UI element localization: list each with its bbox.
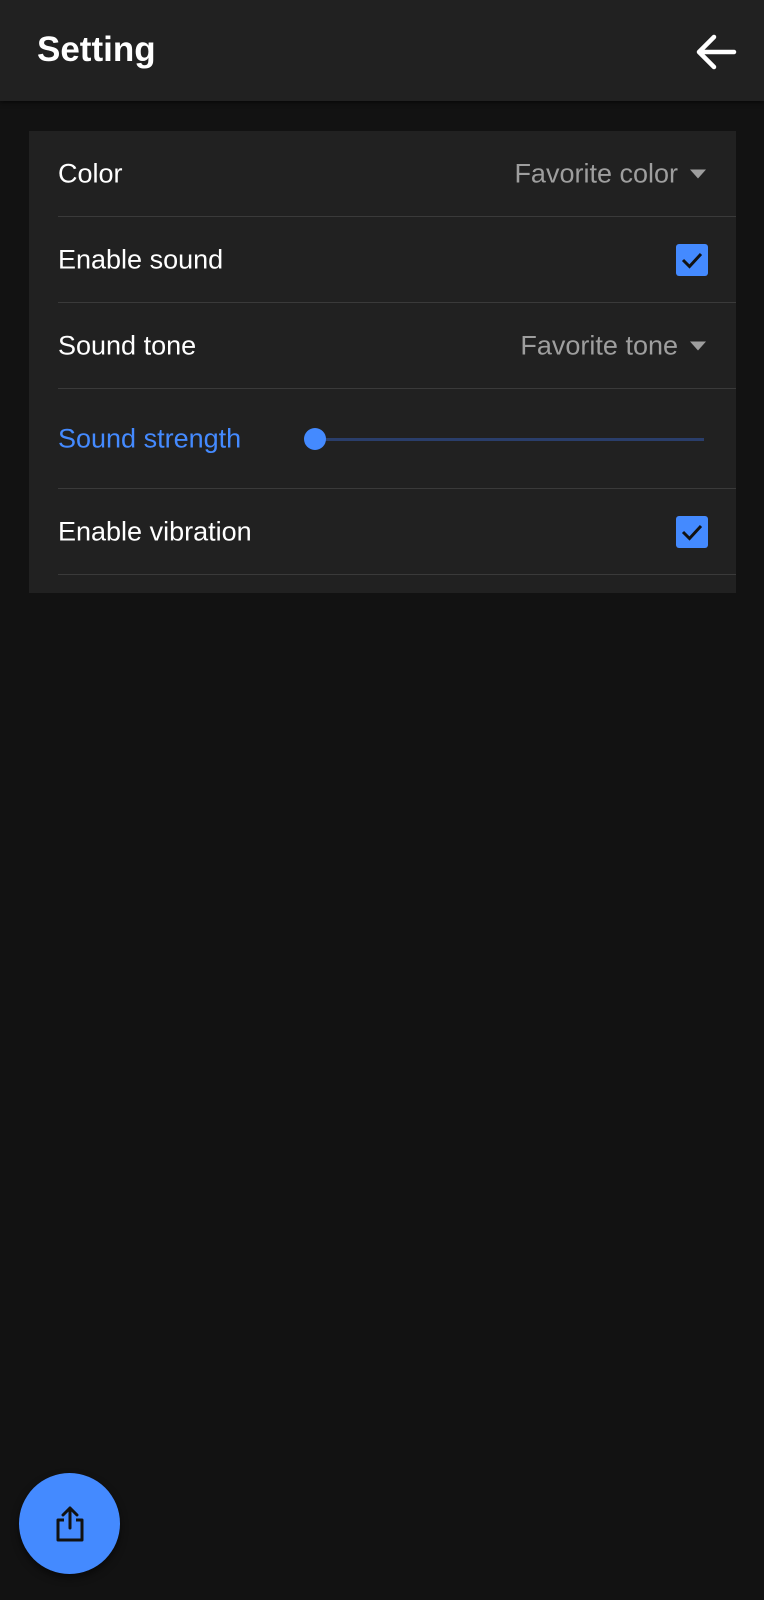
dropdown-caret-icon [690,169,706,179]
dropdown-caret-icon [690,341,706,351]
setting-row-sound-tone: Sound tone Favorite tone [29,303,736,389]
setting-row-enable-sound: Enable sound [29,217,736,303]
color-label: Color [58,158,123,189]
enable-vibration-label: Enable vibration [58,516,252,547]
settings-screen: Setting Color Favorite color Enable soun… [0,0,764,1600]
slider-thumb[interactable] [304,428,326,450]
share-button[interactable] [19,1473,120,1574]
share-icon [56,1506,83,1541]
setting-row-sound-strength: Sound strength [29,389,736,489]
app-bar: Setting [0,0,764,101]
back-button[interactable] [688,24,744,80]
sound-strength-label: Sound strength [58,423,242,454]
divider [58,574,736,575]
sound-tone-dropdown-value: Favorite tone [520,330,678,361]
sound-tone-label: Sound tone [58,330,197,361]
arrow-back-icon [696,34,737,70]
enable-vibration-checkbox[interactable] [676,516,708,548]
slider-track [315,438,704,441]
check-icon [681,252,703,269]
check-icon [681,524,703,541]
sound-strength-slider[interactable] [304,427,704,451]
enable-sound-label: Enable sound [58,244,224,275]
setting-row-color: Color Favorite color [29,131,736,217]
sound-tone-dropdown[interactable]: Favorite tone [520,331,706,362]
color-dropdown-value: Favorite color [514,158,678,189]
setting-row-enable-vibration: Enable vibration [29,489,736,575]
page-title: Setting [37,30,156,69]
enable-sound-checkbox[interactable] [676,244,708,276]
settings-card: Color Favorite color Enable sound Sound … [29,131,736,593]
color-dropdown[interactable]: Favorite color [514,159,706,190]
